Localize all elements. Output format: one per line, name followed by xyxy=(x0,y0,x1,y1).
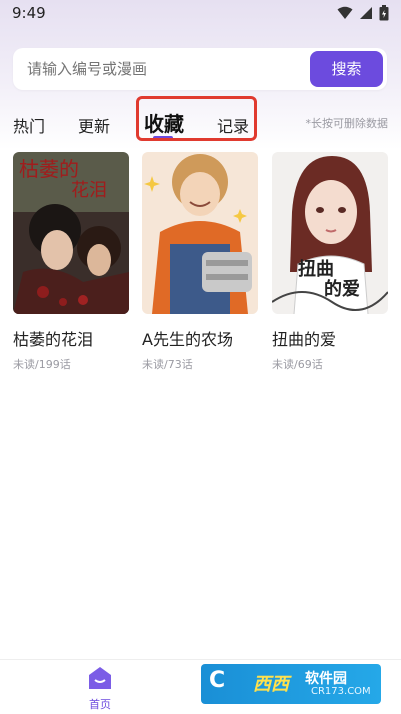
nav-home[interactable]: 首页 xyxy=(76,666,124,712)
comic-card[interactable]: A先生的农场 未读/73话 xyxy=(142,152,258,372)
signal-icon xyxy=(360,7,372,19)
cover-illustration xyxy=(142,152,258,314)
watermark-text: 软件园 xyxy=(305,671,347,687)
wifi-icon xyxy=(337,6,353,19)
comic-title[interactable]: 扭曲的爱 xyxy=(272,326,388,350)
comic-title[interactable]: A先生的农场 xyxy=(142,326,258,350)
comic-progress: 未读/199话 xyxy=(13,358,71,371)
comic-progress: 未读/69话 xyxy=(272,358,323,371)
watermark-logo: C 西西 软件园 CR173.COM xyxy=(201,664,381,704)
cover-title-line: 花泪 xyxy=(71,180,107,201)
cover-title-line: 的爱 xyxy=(324,279,360,300)
comic-card[interactable]: 扭曲 的爱 扭曲的爱 未读/69话 xyxy=(272,152,388,372)
cover-title-line: 扭曲 xyxy=(298,259,334,280)
search-input[interactable] xyxy=(27,48,307,90)
home-icon xyxy=(89,667,111,689)
long-press-hint: *长按可删除数据 xyxy=(305,117,389,130)
battery-icon xyxy=(379,5,389,21)
status-time: 9:49 xyxy=(12,4,46,22)
tab-hot[interactable]: 热门 xyxy=(13,113,45,137)
comic-card[interactable]: 枯萎的 花泪 枯萎的花泪 未读/199话 xyxy=(13,152,129,372)
comic-cover[interactable]: 扭曲 的爱 xyxy=(272,152,388,314)
comic-progress: 未读/73话 xyxy=(142,358,193,371)
nav-home-label: 首页 xyxy=(89,698,111,711)
tab-updates[interactable]: 更新 xyxy=(78,113,110,137)
status-icons xyxy=(337,5,389,21)
search-button[interactable]: 搜索 xyxy=(310,51,383,87)
comic-cover[interactable]: 枯萎的 花泪 xyxy=(13,152,129,314)
highlight-annotation-box xyxy=(136,96,257,141)
search-bar: 搜索 xyxy=(13,48,387,90)
status-bar: 9:49 xyxy=(0,0,401,30)
comic-cover[interactable] xyxy=(142,152,258,314)
comic-title[interactable]: 枯萎的花泪 xyxy=(13,326,129,350)
cover-title-line: 枯萎的 xyxy=(19,157,79,181)
watermark-text: CR173.COM xyxy=(311,686,371,697)
watermark-text: 西西 xyxy=(253,674,289,695)
watermark-text: C xyxy=(209,668,226,693)
